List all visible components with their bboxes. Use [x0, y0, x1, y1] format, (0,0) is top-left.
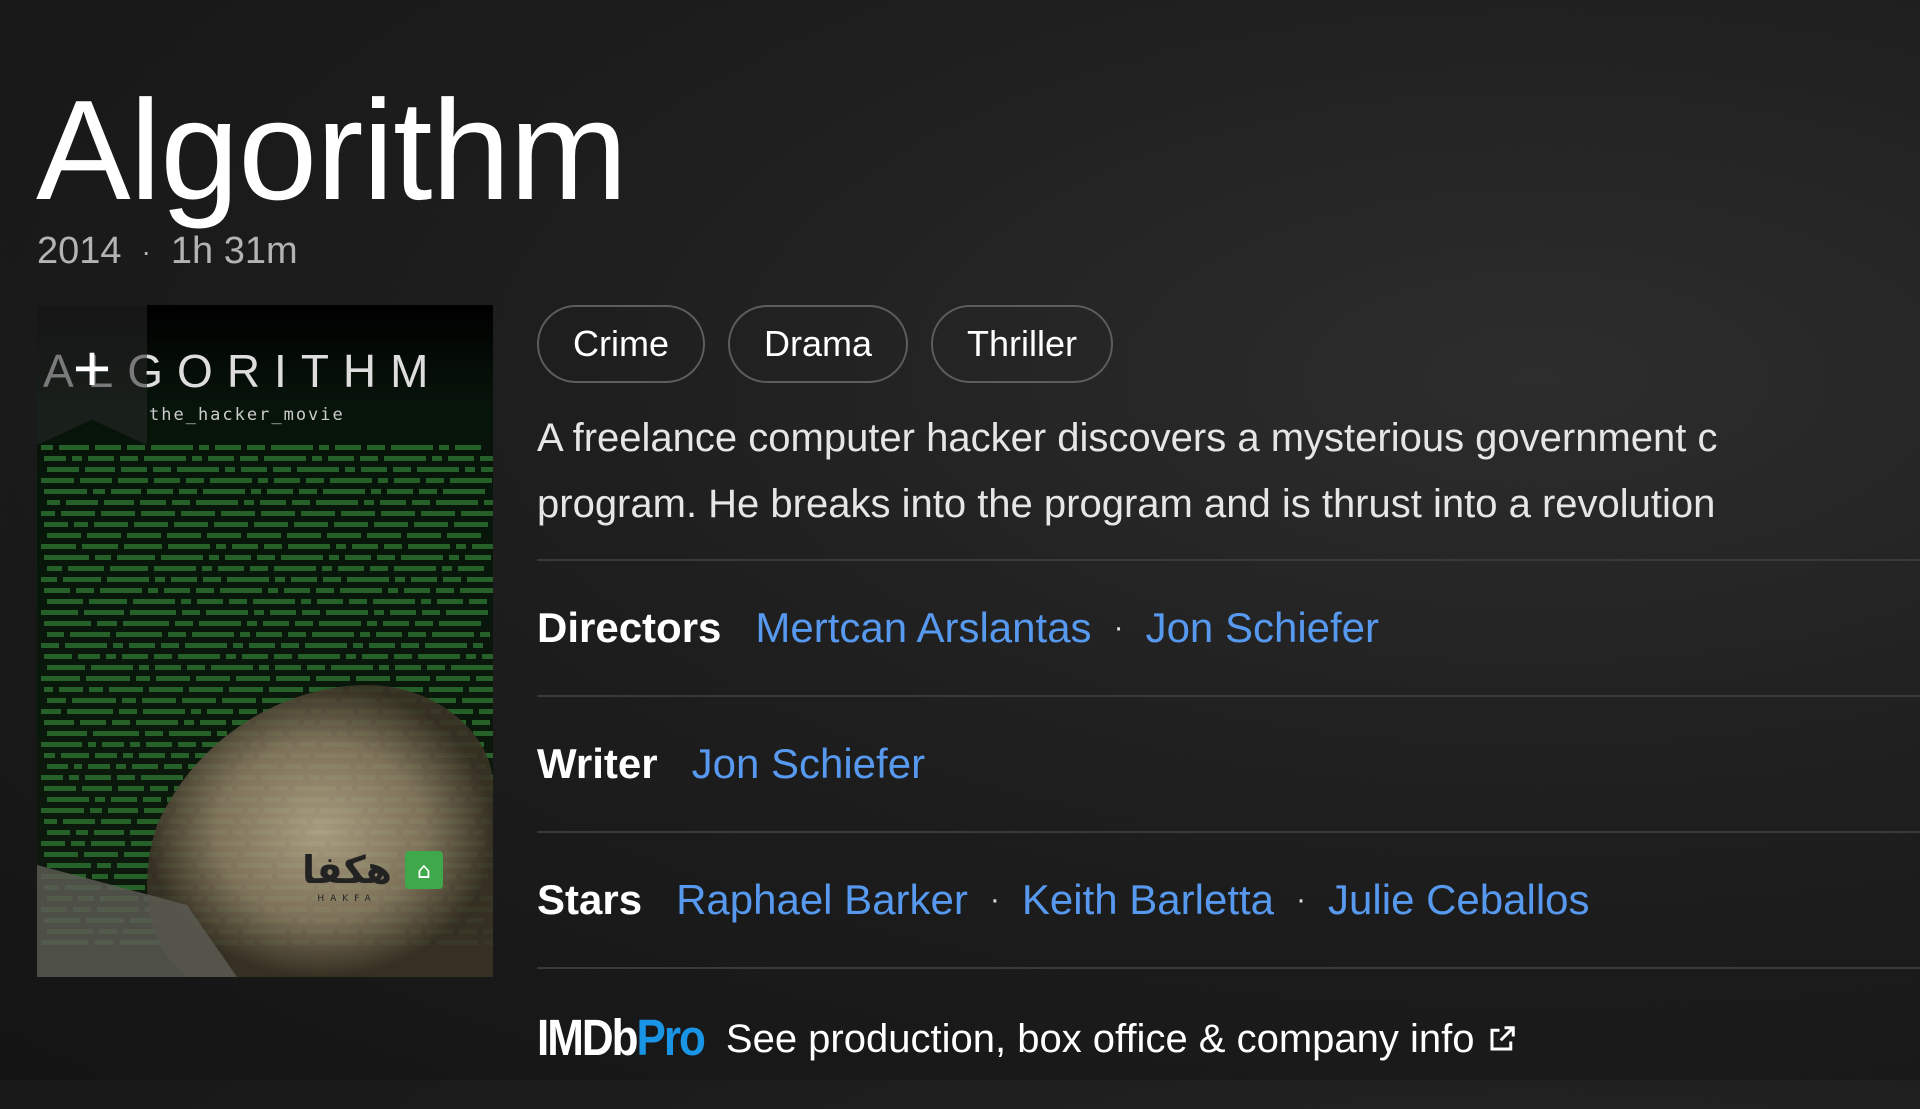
genre-chip-crime[interactable]: Crime	[537, 305, 705, 383]
star-link-2[interactable]: Keith Barletta	[1022, 876, 1274, 924]
directors-row: Directors Mertcan Arslantas · Jon Schief…	[537, 559, 1920, 695]
writer-label: Writer	[537, 740, 658, 787]
details-panel: Crime Drama Thriller A freelance compute…	[537, 305, 1920, 1109]
writer-row: Writer Jon Schiefer	[537, 695, 1920, 831]
plot-line-1: A freelance computer hacker discovers a …	[537, 416, 1718, 460]
movie-meta: 2014 · 1h 31m	[37, 230, 298, 273]
movie-title: Algorithm	[36, 71, 628, 230]
separator-dot: ·	[989, 883, 1000, 916]
release-year[interactable]: 2014	[37, 230, 122, 273]
separator-dot: ·	[1113, 611, 1124, 644]
movie-poster[interactable]: ALGORITHM the_hacker_movie ⌂ هكفا HAKFA …	[37, 305, 493, 977]
watermark-sub: HAKFA	[317, 894, 376, 904]
plot-line-2: program. He breaks into the program and …	[537, 482, 1716, 526]
separator-dot: ·	[141, 235, 151, 267]
imdbpro-logo-imdb: IMDb	[537, 1010, 639, 1067]
genre-chips: Crime Drama Thriller	[537, 305, 1920, 383]
watermark-text: هكفا	[302, 848, 392, 892]
director-link-2[interactable]: Jon Schiefer	[1146, 604, 1379, 652]
star-link-1[interactable]: Raphael Barker	[676, 876, 968, 924]
imdbpro-logo[interactable]: IMDbPro	[537, 1010, 706, 1068]
runtime: 1h 31m	[170, 230, 298, 272]
genre-chip-drama[interactable]: Drama	[728, 305, 909, 383]
separator-dot: ·	[1296, 883, 1307, 916]
stars-row: Stars Raphael Barker · Keith Barletta · …	[537, 831, 1920, 967]
external-link-icon	[1490, 1026, 1515, 1051]
svg-text:⌂: ⌂	[417, 859, 431, 884]
imdbpro-link-text: See production, box office & company inf…	[725, 1016, 1475, 1061]
genre-chip-thriller[interactable]: Thriller	[931, 305, 1114, 383]
plot-summary: A freelance computer hacker discovers a …	[537, 405, 1920, 537]
star-link-3[interactable]: Julie Ceballos	[1328, 876, 1589, 924]
imdbpro-link[interactable]: See production, box office & company inf…	[726, 1017, 1517, 1062]
credits-list: Directors Mertcan Arslantas · Jon Schief…	[537, 559, 1920, 1109]
stars-label: Stars	[537, 876, 643, 923]
imdbpro-row: IMDbPro See production, box office & com…	[537, 967, 1920, 1109]
directors-label: Directors	[537, 604, 722, 651]
poster-tagline: the_hacker_movie	[149, 405, 345, 425]
director-link-1[interactable]: Mertcan Arslantas	[755, 604, 1091, 652]
imdbpro-logo-pro: Pro	[636, 1010, 706, 1067]
writer-link-1[interactable]: Jon Schiefer	[692, 740, 925, 788]
